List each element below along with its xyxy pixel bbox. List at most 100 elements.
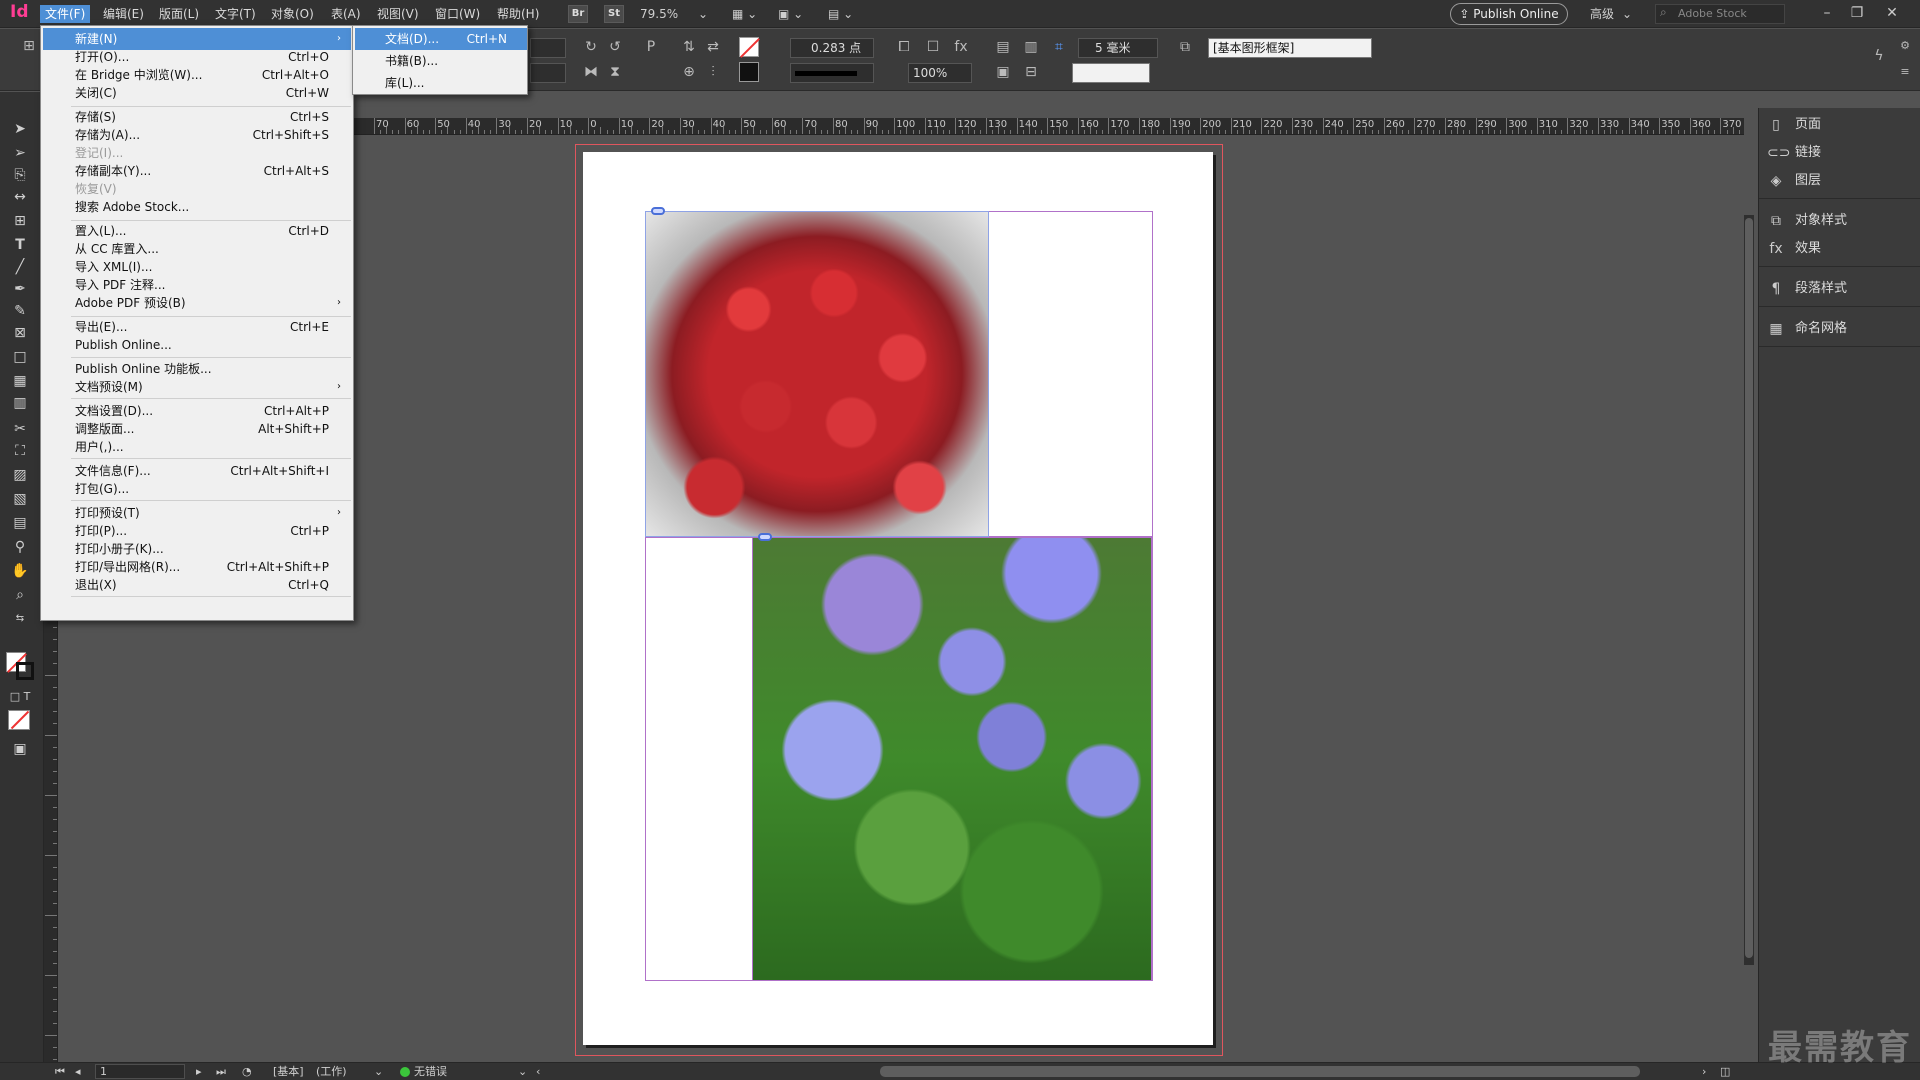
hydrangea-image[interactable] (752, 537, 1152, 981)
panel-paragraph-styles[interactable]: ¶ 段落样式 (1759, 276, 1920, 302)
next-page-icon[interactable]: ▸ (196, 1063, 202, 1080)
panel-layers[interactable]: ◈ 图层 (1759, 168, 1920, 194)
panel-pages[interactable]: ▯ 页面 (1759, 112, 1920, 138)
file-menu-item[interactable]: 关闭(C) Ctrl+W (43, 82, 351, 104)
restore-icon[interactable]: ❐ (1845, 3, 1869, 23)
gap-tool-icon[interactable]: ↔ (8, 186, 32, 208)
last-page-icon[interactable]: ⏭ (216, 1063, 226, 1080)
opacity-field[interactable]: 100% (908, 63, 972, 83)
new-submenu-item[interactable]: 书籍(B)... (355, 50, 527, 72)
zoom-level[interactable]: 79.5% (640, 5, 678, 23)
free-transform-tool-icon[interactable]: ⛶ (8, 440, 32, 462)
file-menu-item[interactable]: 打包(G)... (43, 478, 351, 500)
panel-effects[interactable]: fx 效果 (1759, 236, 1920, 262)
wrap-around-icon[interactable]: ▥ (1022, 38, 1040, 56)
file-menu-item[interactable]: Publish Online... (43, 334, 351, 356)
rectangle-frame-tool-icon[interactable]: ⊠ (8, 322, 32, 344)
menu-file[interactable]: 文件(F) (40, 5, 91, 23)
lightning-icon[interactable]: ϟ (1870, 47, 1888, 65)
content-collector-icon[interactable]: ⊞ (8, 210, 32, 232)
file-menu-item[interactable]: Adobe PDF 预设(B) › (43, 292, 351, 314)
file-menu-item[interactable]: 搜索 Adobe Stock... (43, 196, 351, 218)
panel-links[interactable]: ⊂⊃ 链接 (1759, 140, 1920, 166)
y-field[interactable] (530, 63, 566, 83)
fit-content-icon[interactable]: ☐ (924, 38, 942, 56)
open-page-icon[interactable]: ◔ (242, 1063, 252, 1080)
scissors-tool-icon[interactable]: ✂ (8, 418, 32, 440)
menu-table[interactable]: 表(A) (326, 5, 366, 23)
stroke-type-select[interactable] (790, 63, 874, 83)
type-tool-icon[interactable]: T (8, 234, 32, 256)
page-number-field[interactable]: 1 (95, 1064, 185, 1079)
page-tool-icon[interactable]: ⎘ (8, 164, 32, 186)
stock-search-input[interactable]: Adobe Stock (1655, 4, 1785, 24)
pencil-tool-icon[interactable]: ✎ (8, 300, 32, 322)
text-frame-icon[interactable]: P (642, 38, 660, 56)
table-tool-icon[interactable]: ▦ (8, 370, 32, 392)
stock-button[interactable]: St (604, 5, 624, 23)
fx-icon[interactable]: fx (952, 38, 970, 56)
reference-point-icon[interactable]: ⊞ (20, 37, 38, 55)
link-icon[interactable] (651, 207, 665, 215)
note-tool-icon[interactable]: ▤ (8, 512, 32, 534)
gradient-feather-tool-icon[interactable]: ▧ (8, 488, 32, 510)
screen-mode-icon[interactable]: ▣ (8, 738, 32, 760)
file-menu-item[interactable]: 文档预设(M) › (43, 376, 351, 398)
x-field[interactable] (530, 38, 566, 58)
text-wrap-icon[interactable]: ▤ (994, 38, 1012, 56)
wrap-jump-icon[interactable]: ⊟ (1022, 63, 1040, 81)
screen-mode-icon[interactable]: ▣ ⌄ (778, 5, 803, 23)
selection-tool-icon[interactable]: ➤ (8, 118, 32, 140)
flip-horizontal-icon[interactable]: ⇄ (704, 38, 722, 56)
stroke-color-field[interactable] (1072, 63, 1150, 83)
vertical-scroll-thumb[interactable] (1745, 218, 1753, 958)
preflight-label[interactable]: 无错误 (414, 1063, 447, 1080)
menu-edit[interactable]: 编辑(E) (98, 5, 149, 23)
stroke-weight-field[interactable]: 0.283 点 (790, 38, 874, 58)
object-style-select[interactable]: [基本图形框架] (1208, 38, 1372, 58)
horizontal-scrollbar[interactable] (880, 1066, 1640, 1077)
rotate-icon[interactable]: ↻ (582, 38, 600, 56)
split-window-icon[interactable]: ◫ (1720, 1063, 1730, 1080)
mode-label[interactable]: (工作) (316, 1063, 347, 1080)
menu-view[interactable]: 视图(V) (372, 5, 424, 23)
menu-window[interactable]: 窗口(W) (430, 5, 485, 23)
menu-type[interactable]: 文字(T) (210, 5, 261, 23)
minimize-icon[interactable]: – (1815, 3, 1839, 23)
flip-icon[interactable]: ⧓ (582, 63, 600, 81)
zoom-tool-icon[interactable]: ⌕ (8, 584, 32, 606)
stroke-swatch[interactable] (739, 62, 759, 82)
gear-icon[interactable]: ⚙ (1896, 37, 1914, 55)
hand-tool-icon[interactable]: ✋ (8, 560, 32, 582)
workspace-switcher[interactable]: 高级 (1590, 5, 1614, 23)
flip-v-icon[interactable]: ⧗ (606, 63, 624, 81)
format-container-icon[interactable]: □ T (8, 686, 32, 708)
swap-colors-icon[interactable]: ⇆ (8, 608, 32, 630)
menu-layout[interactable]: 版面(L) (154, 5, 204, 23)
rotate-ccw-icon[interactable]: ↺ (606, 38, 624, 56)
file-menu-item[interactable]: 用户(,)... (43, 436, 351, 458)
bridge-button[interactable]: Br (568, 5, 588, 23)
link-icon[interactable] (758, 533, 772, 541)
strawberry-image[interactable] (645, 211, 989, 537)
distribute-icon[interactable]: ⫶ (704, 63, 722, 81)
wrap-object-icon[interactable]: ▣ (994, 63, 1012, 81)
panel-object-styles[interactable]: ⧉ 对象样式 (1759, 208, 1920, 234)
file-menu-item[interactable]: 退出(X) Ctrl+Q (43, 574, 351, 596)
eyedropper-tool-icon[interactable]: ⚲ (8, 536, 32, 558)
publish-online-button[interactable]: ⇪ Publish Online (1450, 3, 1568, 25)
scroll-right-icon[interactable]: › (1702, 1063, 1706, 1080)
chevron-down-icon[interactable]: ⌄ (374, 1063, 383, 1080)
chevron-down-icon[interactable]: ⌄ (698, 5, 708, 23)
chevron-down-icon[interactable]: ⌄ (1622, 5, 1632, 23)
grid-tool-icon[interactable]: ▥ (8, 392, 32, 414)
scroll-left-icon[interactable]: ‹ (536, 1063, 540, 1080)
fit-frame-icon[interactable]: ⧠ (895, 38, 913, 56)
close-icon[interactable]: ✕ (1880, 3, 1904, 23)
menu-help[interactable]: 帮助(H) (492, 5, 544, 23)
apply-none-icon[interactable] (8, 710, 30, 730)
align-icon[interactable]: ⊕ (680, 63, 698, 81)
object-style-icon[interactable]: ⧉ (1176, 38, 1194, 56)
new-submenu-item[interactable]: 文档(D)... Ctrl+N (355, 28, 527, 50)
menu-object[interactable]: 对象(O) (266, 5, 319, 23)
